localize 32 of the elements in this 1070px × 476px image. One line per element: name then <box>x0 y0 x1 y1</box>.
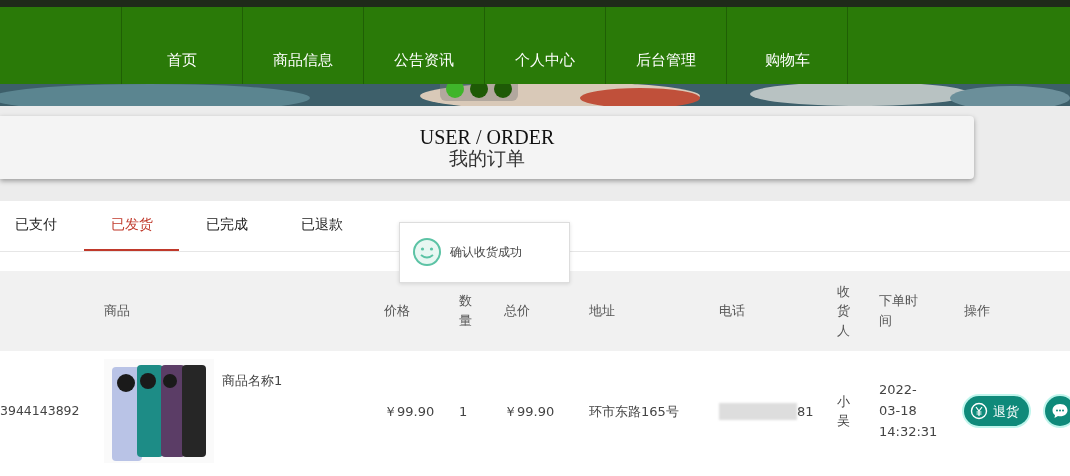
order-tab[interactable]: 已发货 <box>84 200 179 251</box>
phone-number: 81 <box>797 402 814 421</box>
column-header: 收货人 <box>836 282 851 340</box>
order-time: 2022-03-18 14:32:31 <box>878 381 935 441</box>
column-header: 操作 <box>963 302 991 321</box>
column-header: 地址 <box>588 302 616 321</box>
yen-icon <box>970 402 988 421</box>
refund-button[interactable]: 退货 <box>964 396 1029 427</box>
order-tab[interactable]: 已支付 <box>0 200 84 251</box>
page-title: USER / ORDER <box>418 126 556 148</box>
column-header: 数量 <box>458 292 473 330</box>
price: ￥99.90 <box>383 402 436 421</box>
order-tab[interactable]: 已退款 <box>274 200 369 251</box>
receiver: 小吴 <box>836 392 851 431</box>
quantity: 1 <box>458 402 469 421</box>
product-name: 商品名称1 <box>222 372 283 391</box>
carousel-dot[interactable] <box>470 84 488 98</box>
chat-button[interactable] <box>1045 396 1070 427</box>
toast-message: 确认收货成功 <box>450 244 522 262</box>
total-price: ￥99.90 <box>503 402 556 421</box>
carousel-dot[interactable] <box>446 84 464 98</box>
column-header: 价格 <box>383 302 411 321</box>
column-header: 总价 <box>503 302 531 321</box>
address: 环市东路165号 <box>588 402 680 421</box>
column-header: 电话 <box>718 302 746 321</box>
column-header: 下单时间 <box>878 292 919 330</box>
page-subtitle: 我的订单 <box>448 148 526 170</box>
order-number: 3944143892 <box>0 401 81 420</box>
column-header: 商品 <box>103 302 131 321</box>
order-tab[interactable]: 已完成 <box>179 200 274 251</box>
smiley-icon <box>412 237 442 268</box>
carousel-dot[interactable] <box>494 84 512 98</box>
